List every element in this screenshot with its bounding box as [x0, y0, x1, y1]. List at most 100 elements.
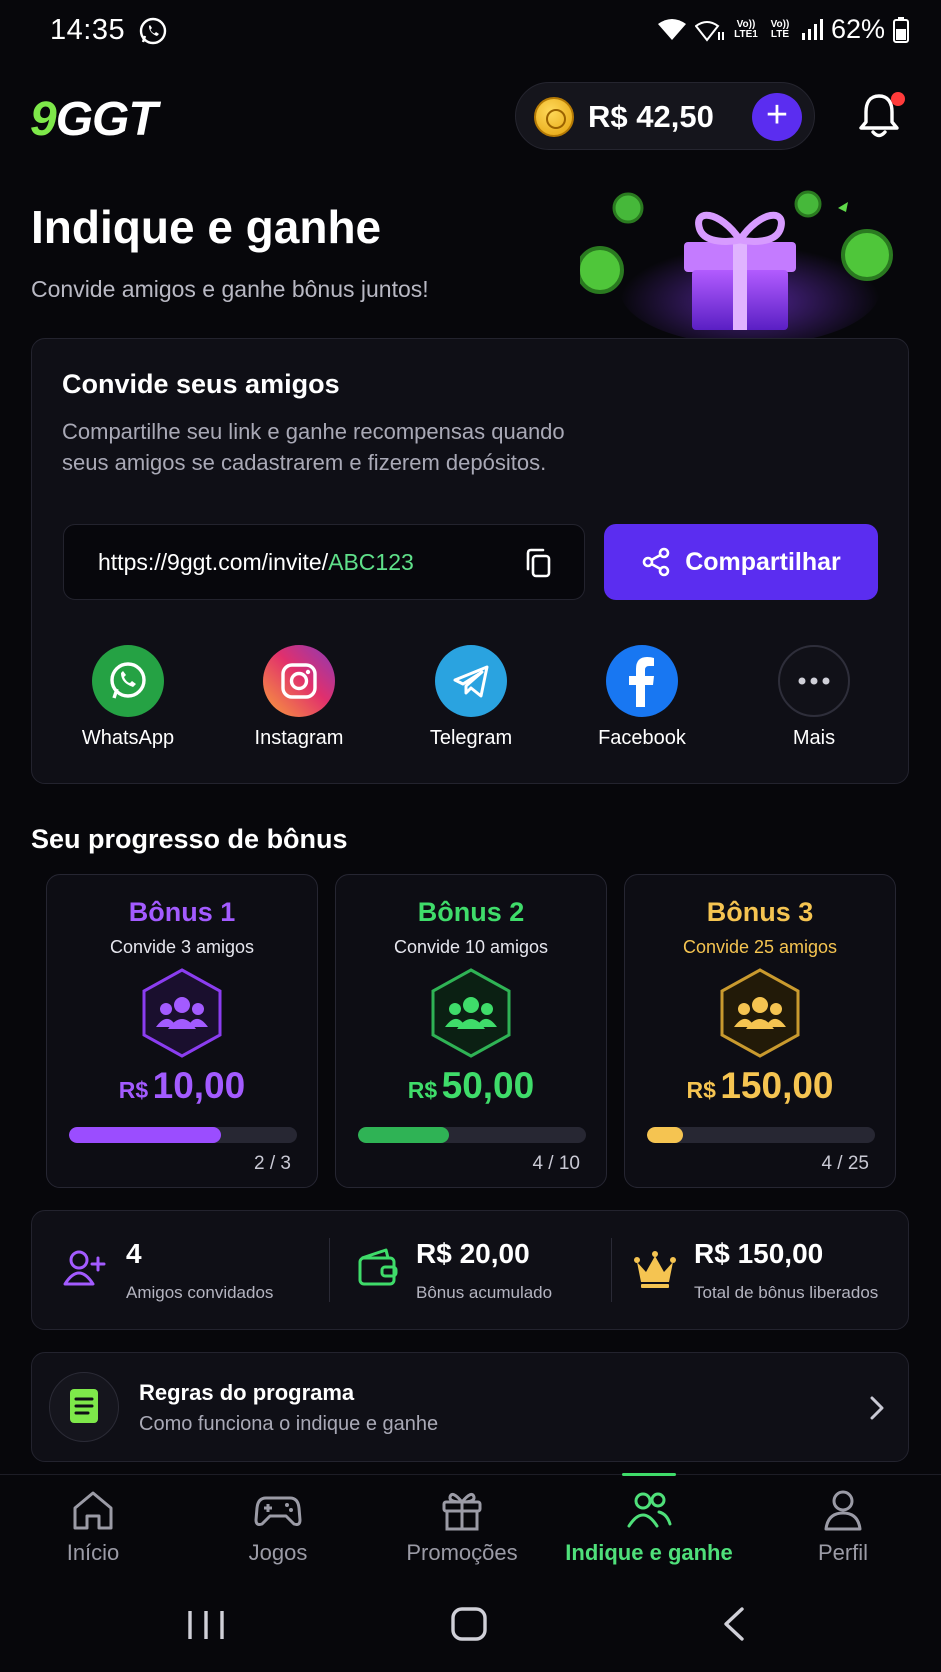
back-icon[interactable] [720, 1606, 750, 1644]
share-button[interactable]: Compartilhar [604, 524, 878, 600]
gift-icon [442, 1492, 482, 1531]
users-icon [627, 1492, 672, 1528]
lte2-indicator: Vo)) LTE [770, 18, 790, 40]
stat-divider [329, 1238, 330, 1302]
bonus-progress-count: 4 / 10 [532, 1153, 580, 1174]
coin-icon [534, 97, 574, 137]
nav-label: Indique e ganhe [565, 1540, 733, 1565]
facebook-icon[interactable] [606, 645, 678, 717]
add-user-icon [63, 1250, 106, 1286]
stat-divider [611, 1238, 612, 1302]
status-time: 14:35 [50, 14, 126, 46]
rules-row[interactable] [31, 1352, 909, 1462]
add-funds-button[interactable]: + [752, 93, 802, 141]
telegram-icon[interactable] [435, 645, 507, 717]
nav-home[interactable]: Início [3, 1488, 183, 1568]
rules-icon-wrap [49, 1372, 119, 1442]
page-title: Indique e ganhe [31, 201, 382, 253]
invite-link[interactable]: https://9ggt.com/invite/ABC123 [98, 549, 414, 576]
crown-icon [634, 1251, 676, 1288]
system-nav-bar [0, 1580, 941, 1672]
nav-label: Início [66, 1540, 120, 1565]
stat-value-released: R$ 150,00 [694, 1238, 824, 1269]
page-subtitle: Convide amigos e ganhe bônus juntos! [31, 276, 429, 302]
stat-value-friends: 4 [126, 1238, 142, 1269]
bonus-progress-count: 4 / 25 [821, 1153, 869, 1174]
wifi-icon [657, 18, 686, 40]
nav-games[interactable]: Jogos [188, 1488, 368, 1568]
rules-subtitle: Como funciona o indique e ganhe [139, 1413, 439, 1435]
share-icon [642, 547, 670, 577]
users-hex-icon [142, 968, 222, 1058]
recent-apps-icon[interactable] [186, 1608, 226, 1642]
bonus-subtitle: Convide 3 amigos [109, 937, 255, 957]
gift-illustration [580, 190, 893, 340]
whatsapp-icon[interactable] [92, 645, 164, 717]
bonus-card-1[interactable]: Bônus 1 Convide 3 amigos R$ 10,00 2 / 3 [46, 874, 318, 1188]
nav-label: Promoções [406, 1540, 518, 1565]
nav-refer[interactable]: Indique e ganhe [559, 1488, 739, 1568]
users-hex-icon [720, 968, 800, 1058]
balance-pill[interactable]: R$ 42,50 + [515, 82, 815, 150]
gamepad-icon [254, 1496, 302, 1526]
bonus-section-title: Seu progresso de bônus [31, 824, 348, 854]
stat-label-accumulated: Bônus acumulado [416, 1283, 553, 1302]
chevron-right-icon[interactable] [866, 1394, 888, 1422]
rules-title[interactable]: Regras do programa [139, 1380, 354, 1406]
social-whatsapp[interactable]: WhatsApp [63, 643, 193, 753]
home-icon [73, 1491, 113, 1530]
social-label: WhatsApp [81, 727, 175, 749]
bonus-amount: R$ 10,00 [118, 1065, 246, 1106]
battery-percent: 62% [830, 14, 885, 44]
social-facebook[interactable]: Facebook [577, 643, 707, 753]
more-icon[interactable] [778, 645, 850, 717]
invite-link-field[interactable]: https://9ggt.com/invite/ABC123 [63, 524, 585, 600]
nav-label: Perfil [817, 1540, 869, 1565]
profile-icon [824, 1490, 862, 1531]
instagram-icon[interactable] [263, 645, 335, 717]
whatsapp-notification-icon [139, 17, 167, 45]
social-label: Instagram [254, 727, 344, 749]
social-label: Telegram [429, 727, 513, 749]
bonus-subtitle: Convide 10 amigos [393, 937, 549, 957]
nav-label: Jogos [248, 1540, 308, 1565]
lte1-indicator: Vo)) LTE1 [734, 18, 758, 40]
users-hex-icon [431, 968, 511, 1058]
app-logo[interactable]: 9GGT [30, 92, 158, 147]
wifi-calling-icon [694, 20, 724, 42]
bonus-progress-bar [69, 1127, 297, 1143]
bonus-title: Bônus 1 [128, 897, 236, 927]
bonus-progress-bar [358, 1127, 586, 1143]
bonus-progress-bar [647, 1127, 875, 1143]
balance-amount: R$ 42,50 [588, 99, 714, 134]
social-telegram[interactable]: Telegram [406, 643, 536, 753]
invite-title: Convide seus amigos [62, 369, 340, 399]
signal-icon [801, 18, 823, 40]
bonus-title: Bônus 2 [417, 897, 525, 927]
copy-icon[interactable] [524, 547, 554, 579]
status-icons: Vo)) LTE1 Vo)) LTE 62% [657, 14, 909, 45]
stats-card [31, 1210, 909, 1330]
social-instagram[interactable]: Instagram [234, 643, 364, 753]
invite-code: ABC123 [328, 549, 414, 575]
stat-value-accumulated: R$ 20,00 [416, 1238, 530, 1269]
bonus-amount: R$ 150,00 [686, 1065, 834, 1106]
wallet-icon [358, 1248, 398, 1286]
stat-label-friends: Amigos convidados [126, 1283, 274, 1302]
nav-promotions[interactable]: Promoções [372, 1488, 552, 1568]
social-label: Mais [792, 727, 836, 749]
bonus-subtitle: Convide 25 amigos [682, 937, 838, 957]
bonus-card-2[interactable]: Bônus 2 Convide 10 amigos R$ 50,00 4 / 1… [335, 874, 607, 1188]
bonus-title: Bônus 3 [706, 897, 814, 927]
stat-label-released: Total de bônus liberados [694, 1283, 879, 1302]
social-more[interactable]: Mais [749, 643, 879, 753]
nav-active-indicator [622, 1473, 676, 1476]
nav-profile[interactable]: Perfil [753, 1488, 933, 1568]
invite-description: Compartilhe seu link e ganhe recompensas… [62, 419, 565, 475]
social-label: Facebook [598, 727, 686, 749]
battery-icon [893, 16, 909, 43]
bonus-card-3[interactable]: Bônus 3 Convide 25 amigos R$ 150,00 4 / … [624, 874, 896, 1188]
share-button-label: Compartilhar [685, 547, 841, 576]
bonus-progress-count: 2 / 3 [254, 1153, 291, 1174]
home-button-icon[interactable] [450, 1606, 490, 1644]
